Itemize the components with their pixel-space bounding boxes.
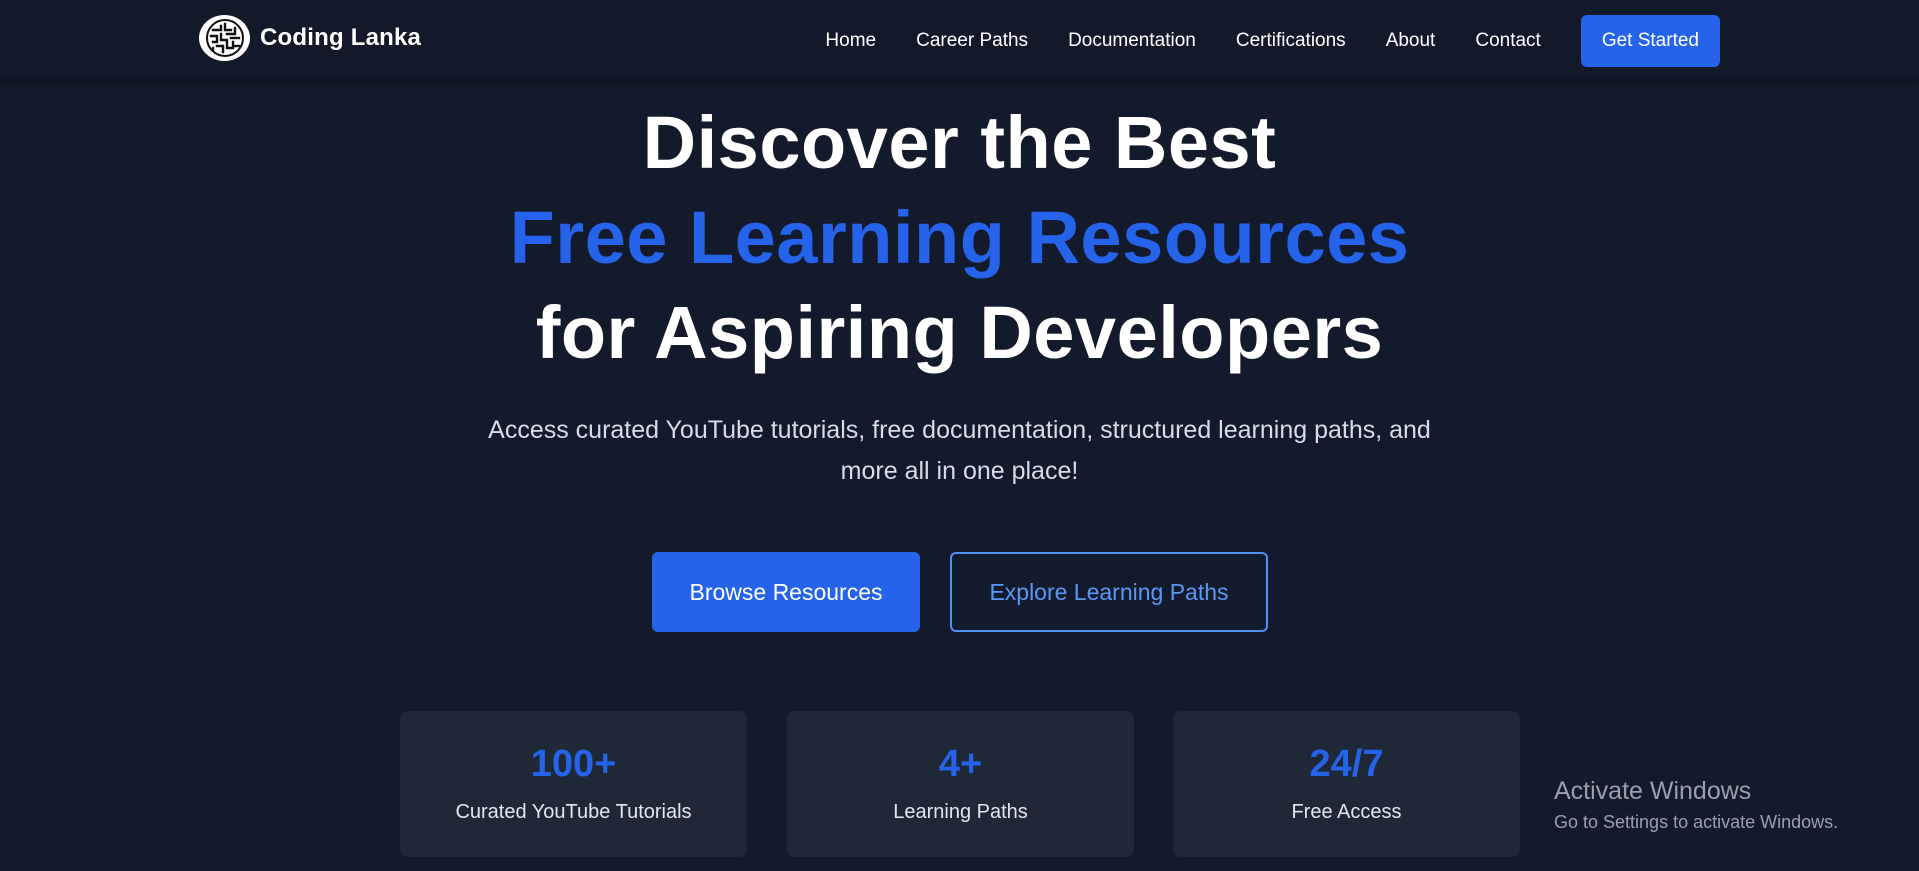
hero-title-line-1: Discover the Best bbox=[642, 101, 1277, 184]
watermark-subtitle: Go to Settings to activate Windows. bbox=[1554, 812, 1839, 832]
browse-resources-button[interactable]: Browse Resources bbox=[652, 552, 920, 632]
stat-card-learning-paths: 4+ Learning Paths bbox=[787, 711, 1134, 857]
hero-title: Discover the Best Free Learning Resource… bbox=[0, 95, 1919, 380]
navbar: Coding Lanka Home Career Paths Documenta… bbox=[0, 0, 1919, 80]
hero-title-line-3: for Aspiring Developers bbox=[535, 291, 1384, 374]
nav-link-certifications[interactable]: Certifications bbox=[1236, 30, 1346, 52]
nav-link-career-paths[interactable]: Career Paths bbox=[916, 30, 1028, 52]
nav-links: Home Career Paths Documentation Certific… bbox=[825, 15, 1720, 67]
nav-link-home[interactable]: Home bbox=[825, 30, 876, 52]
watermark-title: Activate Windows bbox=[1554, 777, 1752, 805]
hero-subtitle: Access curated YouTube tutorials, free d… bbox=[488, 416, 1431, 485]
brand-name: Coding Lanka bbox=[260, 24, 422, 51]
stat-value: 4+ bbox=[938, 743, 983, 785]
hero-title-line-2: Free Learning Resources bbox=[509, 196, 1410, 279]
stat-value: 24/7 bbox=[1309, 743, 1384, 785]
brand-link[interactable]: Coding Lanka bbox=[199, 15, 421, 61]
hero-section: Discover the Best Free Learning Resource… bbox=[0, 95, 1919, 485]
explore-learning-paths-button[interactable]: Explore Learning Paths bbox=[950, 552, 1268, 632]
nav-link-documentation[interactable]: Documentation bbox=[1068, 30, 1196, 52]
stat-label: Learning Paths bbox=[893, 801, 1028, 823]
stat-card-tutorials: 100+ Curated YouTube Tutorials bbox=[400, 711, 747, 857]
stat-label: Free Access bbox=[1291, 801, 1402, 823]
get-started-button[interactable]: Get Started bbox=[1580, 15, 1720, 67]
maze-logo-icon bbox=[199, 15, 250, 61]
activate-windows-watermark: Activate Windows Go to Settings to activ… bbox=[1554, 776, 1838, 834]
stat-card-free-access: 24/7 Free Access bbox=[1173, 711, 1520, 857]
stat-label: Curated YouTube Tutorials bbox=[455, 801, 692, 823]
nav-link-contact[interactable]: Contact bbox=[1475, 30, 1540, 52]
stat-value: 100+ bbox=[530, 743, 617, 785]
nav-link-about[interactable]: About bbox=[1386, 30, 1436, 52]
